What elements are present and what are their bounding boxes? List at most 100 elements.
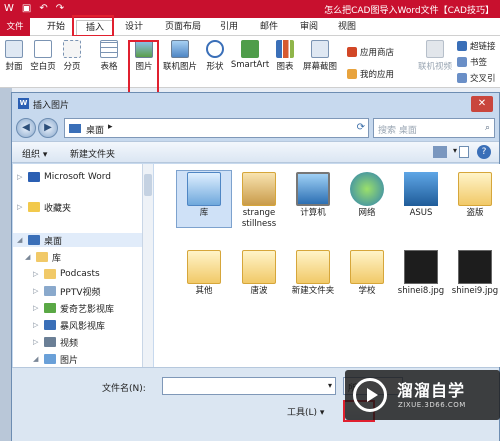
tab-review[interactable]: 审阅 — [294, 20, 324, 36]
file-item-shinei9[interactable]: shinei9.jpg — [447, 250, 500, 297]
ribbon-tab-bar: 文件 开始 插入 设计 页面布局 引用 邮件 审阅 视图 — [0, 18, 500, 36]
tab-layout[interactable]: 页面布局 — [158, 20, 208, 36]
tab-file[interactable]: 文件 — [0, 18, 30, 36]
tools-menu[interactable]: 工具(L) ▾ — [287, 405, 324, 418]
file-item-tangbo[interactable]: 唐波 — [231, 250, 287, 297]
desktop-icon — [69, 124, 81, 133]
address-location: 桌面 — [86, 126, 105, 136]
app-store-button[interactable]: 应用商店 — [347, 46, 394, 58]
file-item-new-folder[interactable]: 新建文件夹 — [285, 250, 341, 297]
undo-icon[interactable]: ↶ — [39, 2, 47, 16]
shapes-label: 形状 — [206, 62, 224, 72]
save-icon[interactable]: ▣ — [22, 2, 31, 16]
file-item-asus[interactable]: ASUS — [393, 172, 449, 219]
cross-reference-label: 交叉引 — [470, 74, 496, 84]
table-button[interactable]: 表格 — [96, 40, 122, 72]
network-globe-icon — [350, 172, 384, 206]
link-icon — [457, 41, 467, 51]
tab-design[interactable]: 设计 — [118, 20, 150, 36]
organize-button[interactable]: 组织 ▾ — [22, 147, 47, 160]
nav-item-iqiyi[interactable]: ▷ 爱奇艺影视库 — [33, 301, 114, 315]
nav-item-baofeng[interactable]: ▷ 暴风影视库 — [33, 318, 105, 332]
chart-icon — [276, 40, 294, 58]
cover-page-icon — [5, 40, 23, 58]
screenshot-button[interactable]: 屏幕截图 — [300, 40, 340, 72]
bookmark-button[interactable]: 书签 — [457, 56, 487, 68]
file-item-shinei8[interactable]: shinei8.jpg — [393, 250, 449, 297]
view-icon[interactable] — [433, 146, 447, 158]
help-icon[interactable]: ? — [477, 145, 491, 159]
table-label: 表格 — [100, 62, 118, 72]
cover-button[interactable]: 封面 — [2, 40, 26, 72]
tab-view[interactable]: 视图 — [332, 20, 362, 36]
file-item-strange-stillness[interactable]: strange stillness — [231, 172, 287, 230]
view-dropdown-icon[interactable]: ▾ — [453, 146, 457, 155]
file-list: 库 strange stillness 计算机 网络 ASUS 盗版 其他 唐波… — [154, 164, 500, 367]
file-name: 库 — [199, 208, 209, 218]
picture-button[interactable]: 图片 — [131, 40, 157, 72]
cross-reference-button[interactable]: 交叉引 — [457, 72, 496, 84]
filename-input[interactable]: ▾ — [162, 377, 336, 395]
new-folder-button[interactable]: 新建文件夹 — [70, 147, 115, 160]
address-bar[interactable]: 桌面 ▸ ⟳ — [64, 118, 369, 138]
redo-icon[interactable]: ↷ — [56, 2, 64, 16]
file-item-school[interactable]: 学校 — [339, 250, 395, 297]
library-folder-icon — [187, 172, 221, 206]
refresh-icon[interactable]: ⟳ — [357, 122, 365, 133]
file-name: ASUS — [409, 208, 433, 218]
nav-item-podcasts[interactable]: ▷ Podcasts — [33, 267, 100, 281]
desktop-icon — [28, 235, 40, 245]
user-folder-icon — [242, 172, 276, 206]
address-chevron[interactable]: ▸ — [108, 122, 113, 132]
close-button[interactable]: ✕ — [471, 96, 493, 112]
tab-insert[interactable]: 插入 — [76, 20, 114, 36]
iqiyi-icon — [44, 303, 56, 313]
nav-scroll-thumb[interactable] — [144, 174, 152, 196]
nav-item-pptv[interactable]: ▷ PPTV视频 — [33, 284, 101, 298]
store-icon — [347, 47, 357, 57]
file-item-computer[interactable]: 计算机 — [285, 172, 341, 219]
shapes-icon — [206, 40, 224, 58]
nav-item-libraries[interactable]: ◢ 库 — [25, 250, 61, 264]
file-item-network[interactable]: 网络 — [339, 172, 395, 219]
back-button[interactable]: ◀ — [16, 118, 36, 138]
word-app-icon: W — [4, 3, 14, 14]
filename-dropdown-icon[interactable]: ▾ — [328, 381, 332, 390]
file-item-library[interactable]: 库 — [176, 172, 232, 219]
forward-button[interactable]: ▶ — [38, 118, 58, 138]
chart-button[interactable]: 图表 — [273, 40, 297, 72]
nav-item-pictures[interactable]: ◢ 图片 — [33, 352, 78, 366]
tab-mailings[interactable]: 邮件 — [254, 20, 284, 36]
tools-dropdown-icon: ▾ — [319, 408, 325, 418]
nav-scrollbar[interactable] — [143, 164, 153, 367]
shapes-button[interactable]: 形状 — [202, 40, 228, 72]
online-picture-button[interactable]: 联机图片 — [162, 40, 198, 72]
search-icon[interactable]: ⌕ — [485, 123, 490, 133]
bookmark-label: 书签 — [470, 58, 488, 68]
tab-home[interactable]: 开始 — [38, 20, 74, 36]
nav-item-favorites[interactable]: ▷ 收藏夹 — [17, 200, 71, 214]
screenshot-label: 屏幕截图 — [302, 62, 337, 72]
online-video-button[interactable]: 联机视频 — [416, 40, 454, 72]
search-input[interactable]: 搜索 桌面 ⌕ — [373, 118, 495, 138]
my-apps-button[interactable]: 我的应用 — [347, 68, 394, 80]
blank-page-button[interactable]: 空白页 — [28, 40, 58, 72]
hyperlink-button[interactable]: 超链接 — [457, 40, 496, 52]
page-break-button[interactable]: 分页 — [60, 40, 84, 72]
picture-icon — [135, 40, 153, 58]
folder-icon — [44, 269, 56, 279]
nav-item-microsoft-word[interactable]: ▷ Microsoft Word — [17, 170, 111, 184]
nav-item-videos[interactable]: ▷ 视频 — [33, 335, 78, 349]
file-name: shinei9.jpg — [451, 286, 499, 296]
page-break-label: 分页 — [63, 62, 81, 72]
file-item-daoban[interactable]: 盗版 — [447, 172, 500, 219]
tab-references[interactable]: 引用 — [214, 20, 244, 36]
file-item-other[interactable]: 其他 — [176, 250, 232, 297]
file-name: 唐波 — [250, 286, 268, 296]
folder-icon — [242, 250, 276, 284]
preview-pane-icon[interactable] — [459, 146, 469, 158]
smartart-button[interactable]: SmartArt — [230, 40, 270, 70]
file-name: 其他 — [195, 286, 213, 296]
nav-item-desktop[interactable]: ◢ 桌面 — [13, 233, 142, 247]
asus-image-icon — [404, 172, 438, 206]
